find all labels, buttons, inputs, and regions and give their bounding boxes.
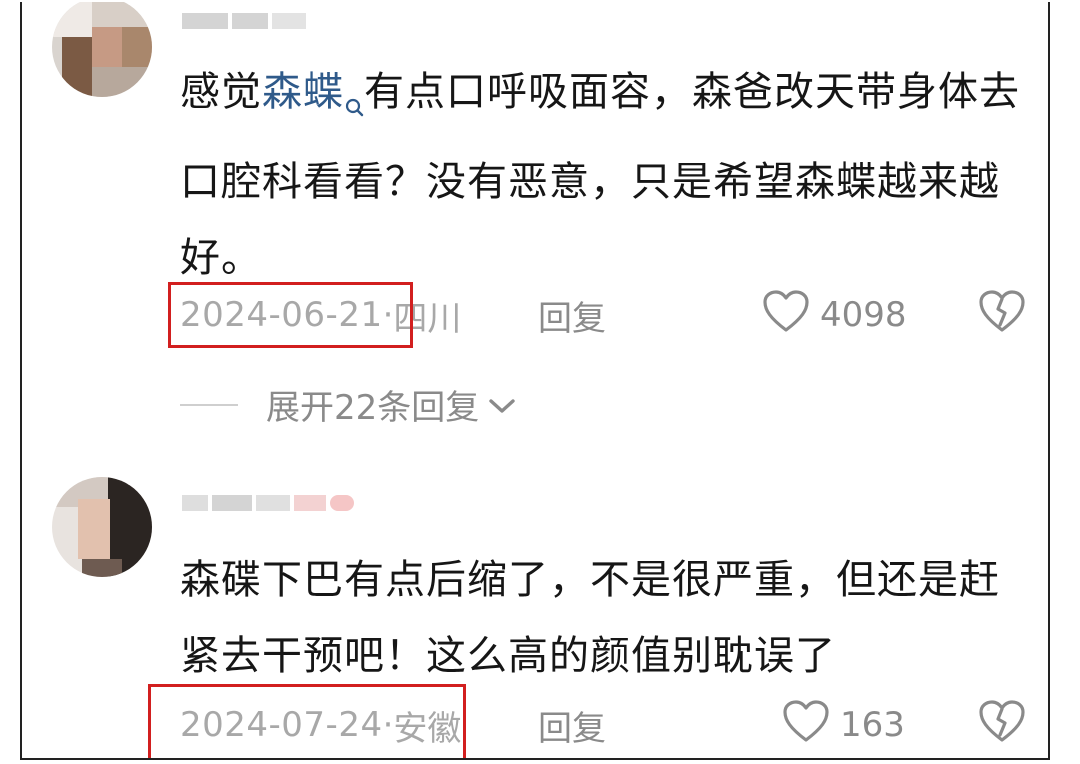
divider-line — [180, 403, 238, 406]
avatar[interactable] — [52, 2, 152, 97]
comment-text-part: 感觉 — [180, 69, 262, 115]
expand-replies-label: 展开22条回复 — [266, 388, 480, 428]
dislike-button[interactable] — [978, 289, 1026, 342]
chevron-down-icon — [487, 385, 517, 425]
highlight-box — [148, 684, 466, 758]
username-blurred[interactable] — [182, 488, 354, 518]
mention-link[interactable]: 森蝶 — [262, 69, 344, 115]
broken-heart-icon — [978, 289, 1026, 342]
like-button[interactable]: 4098 — [762, 289, 907, 342]
search-icon[interactable] — [344, 68, 364, 144]
comment-item: 森碟下巴有点后缩了，不是很严重，但还是赶紧去干预吧！这么高的颜值别耽误了 202… — [22, 472, 1048, 758]
username-blurred[interactable] — [182, 6, 306, 36]
comment-text: 森碟下巴有点后缩了，不是很严重，但还是赶紧去干预吧！这么高的颜值别耽误了 — [180, 557, 1000, 679]
heart-outline-icon — [782, 699, 830, 752]
like-count: 4098 — [820, 295, 907, 335]
broken-heart-icon — [978, 699, 1026, 752]
dislike-button[interactable] — [978, 699, 1026, 752]
avatar[interactable] — [52, 477, 152, 577]
comment-item: 感觉森蝶 有点口呼吸面容，森爸改天带身体去口腔科看看？没有恶意，只是希望森蝶越来越… — [22, 2, 1048, 432]
like-count: 163 — [840, 705, 905, 745]
comment-text: 感觉森蝶 有点口呼吸面容，森爸改天带身体去口腔科看看？没有恶意，只是希望森蝶越来越… — [180, 54, 1030, 296]
reply-button[interactable]: 回复 — [538, 701, 606, 750]
like-button[interactable]: 163 — [782, 699, 905, 752]
highlight-box — [168, 282, 413, 348]
heart-outline-icon — [762, 289, 810, 342]
comment-list: 感觉森蝶 有点口呼吸面容，森爸改天带身体去口腔科看看？没有恶意，只是希望森蝶越来越… — [20, 2, 1050, 760]
reply-button[interactable]: 回复 — [538, 291, 606, 340]
expand-replies[interactable]: 展开22条回复 — [180, 380, 517, 429]
